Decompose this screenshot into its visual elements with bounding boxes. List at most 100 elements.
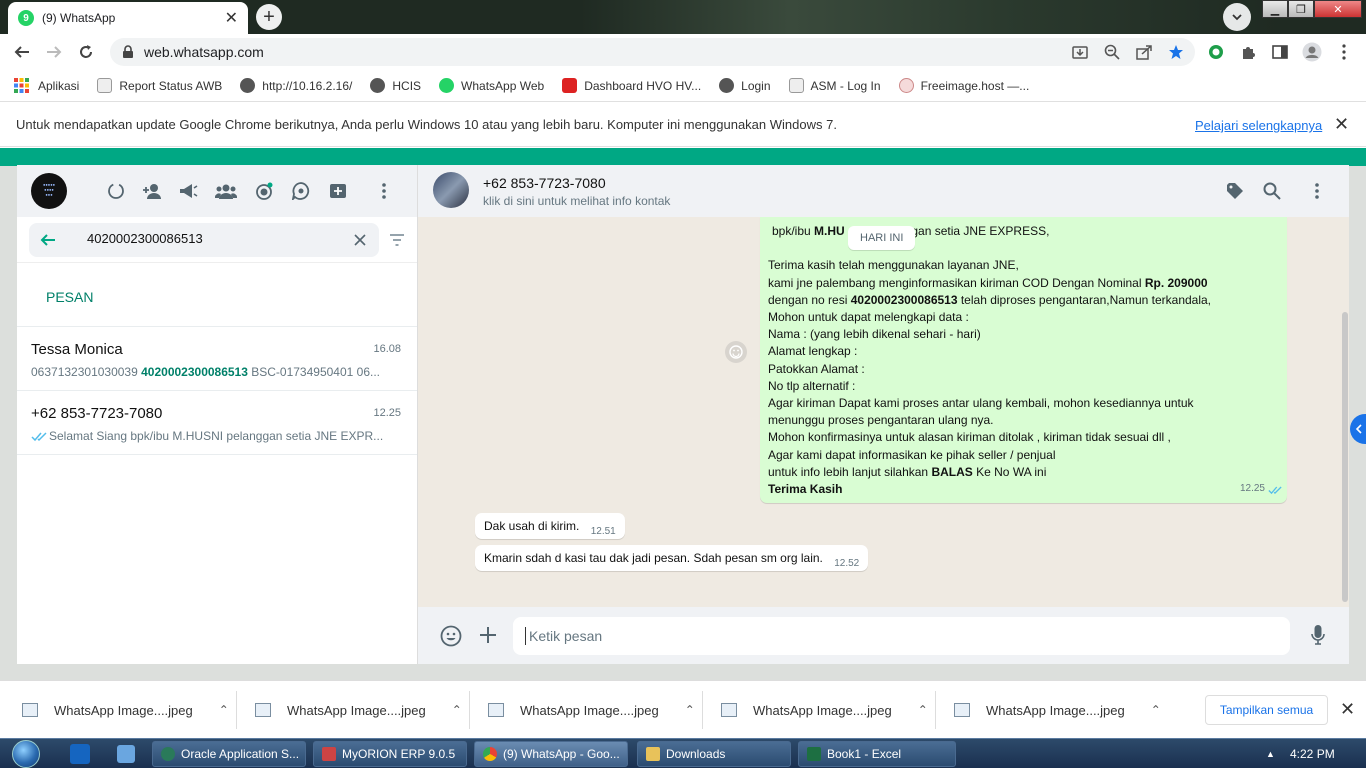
chevron-up-icon[interactable]: ⌃ (685, 703, 695, 717)
download-item[interactable]: WhatsApp Image....jpeg ⌃ (721, 681, 928, 739)
image-file-icon (954, 703, 970, 717)
side-panel-icon[interactable] (1270, 42, 1290, 62)
network-app-icon[interactable] (117, 745, 135, 763)
new-tab-button[interactable]: + (256, 4, 282, 30)
bookmark-label: Report Status AWB (119, 78, 223, 93)
image-file-icon (488, 703, 504, 717)
chat-result-contact[interactable]: +62 853-7723-7080 12.25 Selamat Siang bp… (17, 391, 417, 455)
bookmark-apps[interactable]: Aplikasi (14, 78, 79, 93)
filter-icon[interactable] (389, 233, 405, 247)
bookmark-ip[interactable]: http://10.16.2.16/ (240, 78, 352, 93)
back-arrow-icon[interactable] (39, 231, 57, 249)
chat-result-tessa-monica[interactable]: Tessa Monica 16.08 0637132301030039 4020… (17, 327, 417, 391)
windows-logo-icon (12, 740, 40, 768)
chrome-menu-icon[interactable] (1334, 42, 1354, 62)
download-item[interactable]: WhatsApp Image....jpeg ⌃ (22, 681, 229, 739)
bookmark-whatsapp-web[interactable]: WhatsApp Web (439, 78, 544, 93)
microphone-icon[interactable] (1311, 625, 1325, 645)
taskbar-oracle[interactable]: Oracle Application S... (152, 741, 306, 767)
read-receipt-icon (1268, 486, 1282, 495)
chevron-up-icon[interactable]: ⌃ (1151, 703, 1161, 717)
meta-ai-chat-icon[interactable] (290, 180, 312, 202)
download-separator (469, 691, 470, 729)
double-check-icon (31, 432, 47, 442)
download-item[interactable]: WhatsApp Image....jpeg ⌃ (255, 681, 462, 739)
conversation-menu-icon[interactable] (1315, 183, 1319, 199)
message-placeholder: Ketik pesan (529, 628, 603, 644)
chevron-up-icon[interactable]: ⌃ (918, 703, 928, 717)
taskbar-clock[interactable]: 4:22 PM (1290, 747, 1335, 761)
download-item[interactable]: WhatsApp Image....jpeg ⌃ (954, 681, 1161, 739)
bookmark-login[interactable]: Login (719, 78, 771, 93)
close-window-button[interactable]: ✕ (1314, 0, 1362, 18)
labels-tag-icon[interactable] (1226, 182, 1244, 200)
message-input[interactable]: Ketik pesan (513, 617, 1290, 655)
chevron-up-icon[interactable]: ⌃ (452, 703, 462, 717)
install-app-icon[interactable] (1070, 42, 1090, 62)
incoming-message[interactable]: Kmarin sdah d kasi tau dak jadi pesan. S… (475, 545, 869, 571)
conversation-header[interactable]: +62 853-7723-7080 klik di sini untuk mel… (418, 165, 1349, 217)
download-separator (236, 691, 237, 729)
download-item[interactable]: WhatsApp Image....jpeg ⌃ (488, 681, 695, 739)
browser-tab-whatsapp[interactable]: 9 (9) WhatsApp ✕ (8, 2, 248, 34)
clear-search-icon[interactable] (354, 234, 366, 246)
bookmark-freeimage[interactable]: Freeimage.host —... (898, 78, 1029, 93)
bookmark-asm-login[interactable]: ASM - Log In (788, 78, 881, 93)
my-profile-avatar[interactable]: ●●●●● ●●●● ●●● (31, 173, 67, 209)
incoming-message[interactable]: Dak usah di kirim. 12.51 (475, 513, 625, 539)
contact-avatar[interactable] (433, 172, 469, 208)
outlook-icon[interactable] (70, 744, 90, 764)
tab-title: (9) WhatsApp (42, 11, 116, 25)
image-file-icon (255, 703, 271, 717)
share-icon[interactable] (1134, 42, 1154, 62)
taskbar-excel[interactable]: Book1 - Excel (798, 741, 956, 767)
tab-close-icon[interactable]: ✕ (225, 8, 238, 28)
tab-search-button[interactable] (1223, 3, 1251, 31)
forward-icon[interactable] (44, 42, 64, 62)
minimize-button[interactable]: ▁ (1262, 0, 1288, 18)
message-list[interactable]: bpk/ibu M.HU ggan setia JNE EXPRESS, Teri… (418, 217, 1349, 607)
bookmark-label: WhatsApp Web (461, 78, 545, 93)
message-text: Dak usah di kirim. (484, 519, 580, 533)
bookmark-dashboard-hvo[interactable]: Dashboard HVO HV... (562, 78, 701, 93)
grid-page-icon (97, 78, 113, 93)
profile-avatar-icon[interactable] (1302, 42, 1322, 62)
emoji-icon[interactable] (440, 625, 462, 647)
bookmark-hcis[interactable]: HCIS (370, 78, 421, 93)
back-icon[interactable] (12, 42, 32, 62)
outgoing-message[interactable]: bpk/ibu M.HU ggan setia JNE EXPRESS, Teri… (760, 217, 1287, 503)
whatsapp-extension-icon[interactable] (1206, 42, 1226, 62)
taskbar-whatsapp-chrome[interactable]: (9) WhatsApp - Goo... (474, 741, 628, 767)
status-icon[interactable] (105, 180, 127, 202)
search-input[interactable] (29, 223, 379, 257)
reload-icon[interactable] (76, 42, 96, 62)
add-contact-icon[interactable] (141, 180, 163, 202)
address-bar[interactable]: web.whatsapp.com (110, 38, 1195, 66)
attach-plus-icon[interactable] (479, 626, 497, 644)
start-button[interactable] (6, 739, 46, 769)
show-all-downloads-button[interactable]: Tampilkan semua (1205, 695, 1328, 725)
new-chat-icon[interactable] (327, 180, 349, 202)
maximize-button[interactable]: ❐ (1288, 0, 1314, 18)
downloads-close-icon[interactable]: ✕ (1340, 699, 1355, 720)
chevron-up-icon[interactable]: ⌃ (219, 703, 229, 717)
search-messages-icon[interactable] (1263, 182, 1281, 200)
react-emoji-icon[interactable] (725, 341, 747, 363)
taskbar-myorion[interactable]: MyORION ERP 9.0.5 (313, 741, 467, 767)
tray-expand-icon[interactable]: ▲ (1266, 749, 1275, 759)
message-time: 12.52 (834, 558, 860, 569)
broadcast-megaphone-icon[interactable] (177, 180, 199, 202)
taskbar-label: Book1 - Excel (827, 747, 902, 761)
infobar-close-icon[interactable]: ✕ (1334, 114, 1349, 135)
taskbar-downloads[interactable]: Downloads (637, 741, 791, 767)
communities-icon[interactable] (215, 180, 237, 202)
channels-icon[interactable] (253, 180, 275, 202)
zoom-icon[interactable] (1102, 42, 1122, 62)
sidebar-menu-icon[interactable] (373, 180, 395, 202)
bookmark-report-status-awb[interactable]: Report Status AWB (97, 78, 222, 93)
message-scrollbar[interactable] (1342, 312, 1348, 602)
extensions-puzzle-icon[interactable] (1238, 42, 1258, 62)
bookmark-star-icon[interactable] (1166, 42, 1186, 62)
learn-more-link[interactable]: Pelajari selengkapnya (1195, 118, 1322, 133)
date-chip: HARI INI (848, 226, 916, 250)
